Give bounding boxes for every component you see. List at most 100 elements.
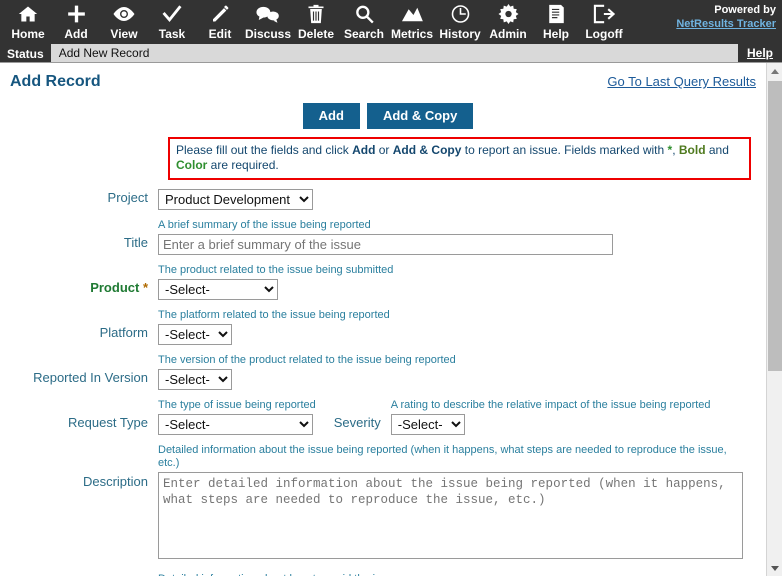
scroll-up-arrow[interactable]: [767, 63, 782, 79]
add-button[interactable]: Add: [302, 103, 360, 129]
nav-item-delete[interactable]: Delete: [292, 0, 340, 44]
netresults-tracker-link[interactable]: NetResults Tracker: [676, 17, 776, 31]
description-label: Description: [82, 474, 148, 489]
nav-item-home[interactable]: Home: [4, 0, 52, 44]
workaround-control: Detailed information about how to avoid …: [158, 573, 758, 576]
nav-label: Metrics: [390, 27, 434, 41]
gear-icon: [496, 3, 520, 25]
form-row-title: Title A brief summary of the issue being…: [8, 219, 758, 255]
nav-item-search[interactable]: Search: [340, 0, 388, 44]
nav-item-add[interactable]: Add: [52, 0, 100, 44]
go-to-last-query-results-link[interactable]: Go To Last Query Results: [607, 74, 756, 89]
workaround-hint: Detailed information about how to avoid …: [158, 573, 758, 576]
nav-item-discuss[interactable]: Discuss: [244, 0, 292, 44]
notice-bold-add: Add: [352, 143, 376, 157]
document-icon: [544, 3, 568, 25]
reported-in-version-select[interactable]: -Select-: [158, 369, 232, 390]
reported-in-version-control: The version of the product related to th…: [158, 354, 758, 390]
notice-part3: to report an issue. Fields marked with: [461, 143, 668, 157]
top-navigation-bar: Home Add View Task Edit Discuss Delete S…: [0, 0, 782, 44]
nav-label: Add: [64, 27, 88, 41]
nav-label: Logoff: [585, 27, 623, 41]
notice-part1: Please fill out the fields and click: [176, 143, 353, 157]
action-button-row: Add Add & Copy: [8, 103, 758, 129]
nav-item-logoff[interactable]: Logoff: [580, 0, 628, 44]
page-title: Add Record: [10, 73, 101, 90]
product-control: The product related to the issue being s…: [158, 264, 758, 300]
home-icon: [16, 3, 40, 25]
scrollbar-thumb[interactable]: [768, 81, 782, 371]
nav-item-help[interactable]: Help: [532, 0, 580, 44]
notice-color-word: Color: [176, 158, 208, 172]
nav-label: Home: [11, 27, 45, 41]
notice-part4: ,: [672, 143, 679, 157]
product-hint: The product related to the issue being s…: [158, 264, 394, 276]
nav-label: Task: [158, 27, 186, 41]
nav-item-history[interactable]: History: [436, 0, 484, 44]
description-textarea[interactable]: [158, 472, 743, 559]
eye-icon: [112, 3, 136, 25]
form-row-platform: Platform The platform related to the iss…: [8, 309, 758, 345]
clock-icon: [448, 3, 472, 25]
nav-item-admin[interactable]: Admin: [484, 0, 532, 44]
request-type-group: The type of issue being reported -Select…: [158, 399, 316, 435]
instructions-notice: Please fill out the fields and click Add…: [168, 137, 751, 180]
title-label: Title: [123, 235, 148, 250]
page-body: Add Record Go To Last Query Results Add …: [0, 63, 782, 576]
form-row-reported-in-version: Reported In Version The version of the p…: [8, 354, 758, 390]
platform-label: Platform: [99, 325, 148, 340]
status-message: Add New Record: [58, 46, 150, 60]
notice-part2: or: [375, 143, 393, 157]
content-area: Add Record Go To Last Query Results Add …: [0, 63, 766, 576]
project-select[interactable]: Product Development: [158, 189, 313, 210]
title-control: A brief summary of the issue being repor…: [158, 219, 758, 255]
platform-control: The platform related to the issue being …: [158, 309, 758, 345]
nav-item-metrics[interactable]: Metrics: [388, 0, 436, 44]
request-type-label: Request Type: [68, 415, 148, 430]
vertical-scrollbar[interactable]: [766, 63, 782, 576]
form-row-project: Project Product Development: [8, 189, 758, 210]
notice-part5: and: [705, 143, 729, 157]
request-type-select[interactable]: -Select-: [158, 414, 313, 435]
nav-label: Edit: [208, 27, 232, 41]
scroll-down-arrow[interactable]: [767, 560, 782, 576]
description-control: Detailed information about the issue bei…: [158, 444, 758, 564]
nav-item-edit[interactable]: Edit: [196, 0, 244, 44]
add-and-copy-button[interactable]: Add & Copy: [366, 103, 474, 129]
nav-label: Help: [542, 27, 569, 41]
severity-select[interactable]: -Select-: [390, 414, 465, 435]
nav-item-task[interactable]: Task: [148, 0, 196, 44]
notice-bold-word: Bold: [678, 143, 706, 157]
reported-in-version-hint: The version of the product related to th…: [158, 354, 456, 366]
form-row-description: Description Detailed information about t…: [8, 444, 758, 564]
title-hint: A brief summary of the issue being repor…: [158, 219, 371, 231]
nav-label: Admin: [489, 27, 527, 41]
magnifier-icon: [352, 3, 376, 25]
form-row-workaround: Detailed information about how to avoid …: [8, 573, 758, 576]
status-bar: Status Add New Record Help: [0, 44, 782, 63]
severity-label: Severity: [333, 415, 381, 430]
project-label: Project: [107, 190, 148, 205]
notice-part6: are required.: [207, 158, 279, 172]
nav-label: Delete: [297, 27, 335, 41]
request-type-severity-control: The type of issue being reported -Select…: [158, 399, 758, 435]
page-header-row: Add Record Go To Last Query Results: [8, 73, 758, 91]
platform-select[interactable]: -Select-: [158, 324, 232, 345]
description-hint: Detailed information about the issue bei…: [158, 444, 727, 469]
plus-icon: [64, 3, 88, 25]
title-input[interactable]: [158, 234, 613, 255]
add-record-form: Project Product Development Title A brie…: [8, 189, 758, 576]
product-select[interactable]: -Select-: [158, 279, 278, 300]
help-link[interactable]: Help: [737, 44, 782, 62]
nav-label: Discuss: [244, 27, 292, 41]
trash-icon: [304, 3, 328, 25]
powered-by-label: Powered by: [714, 4, 776, 16]
chevron-up-icon: [771, 68, 779, 74]
logout-arrow-icon: [592, 3, 616, 25]
pencil-icon: [208, 3, 232, 25]
required-asterisk: *: [139, 280, 148, 295]
nav-item-view[interactable]: View: [100, 0, 148, 44]
product-label-text: Product: [90, 280, 140, 295]
status-badge: Status: [0, 44, 51, 62]
notice-bold-add-copy: Add & Copy: [392, 143, 462, 157]
